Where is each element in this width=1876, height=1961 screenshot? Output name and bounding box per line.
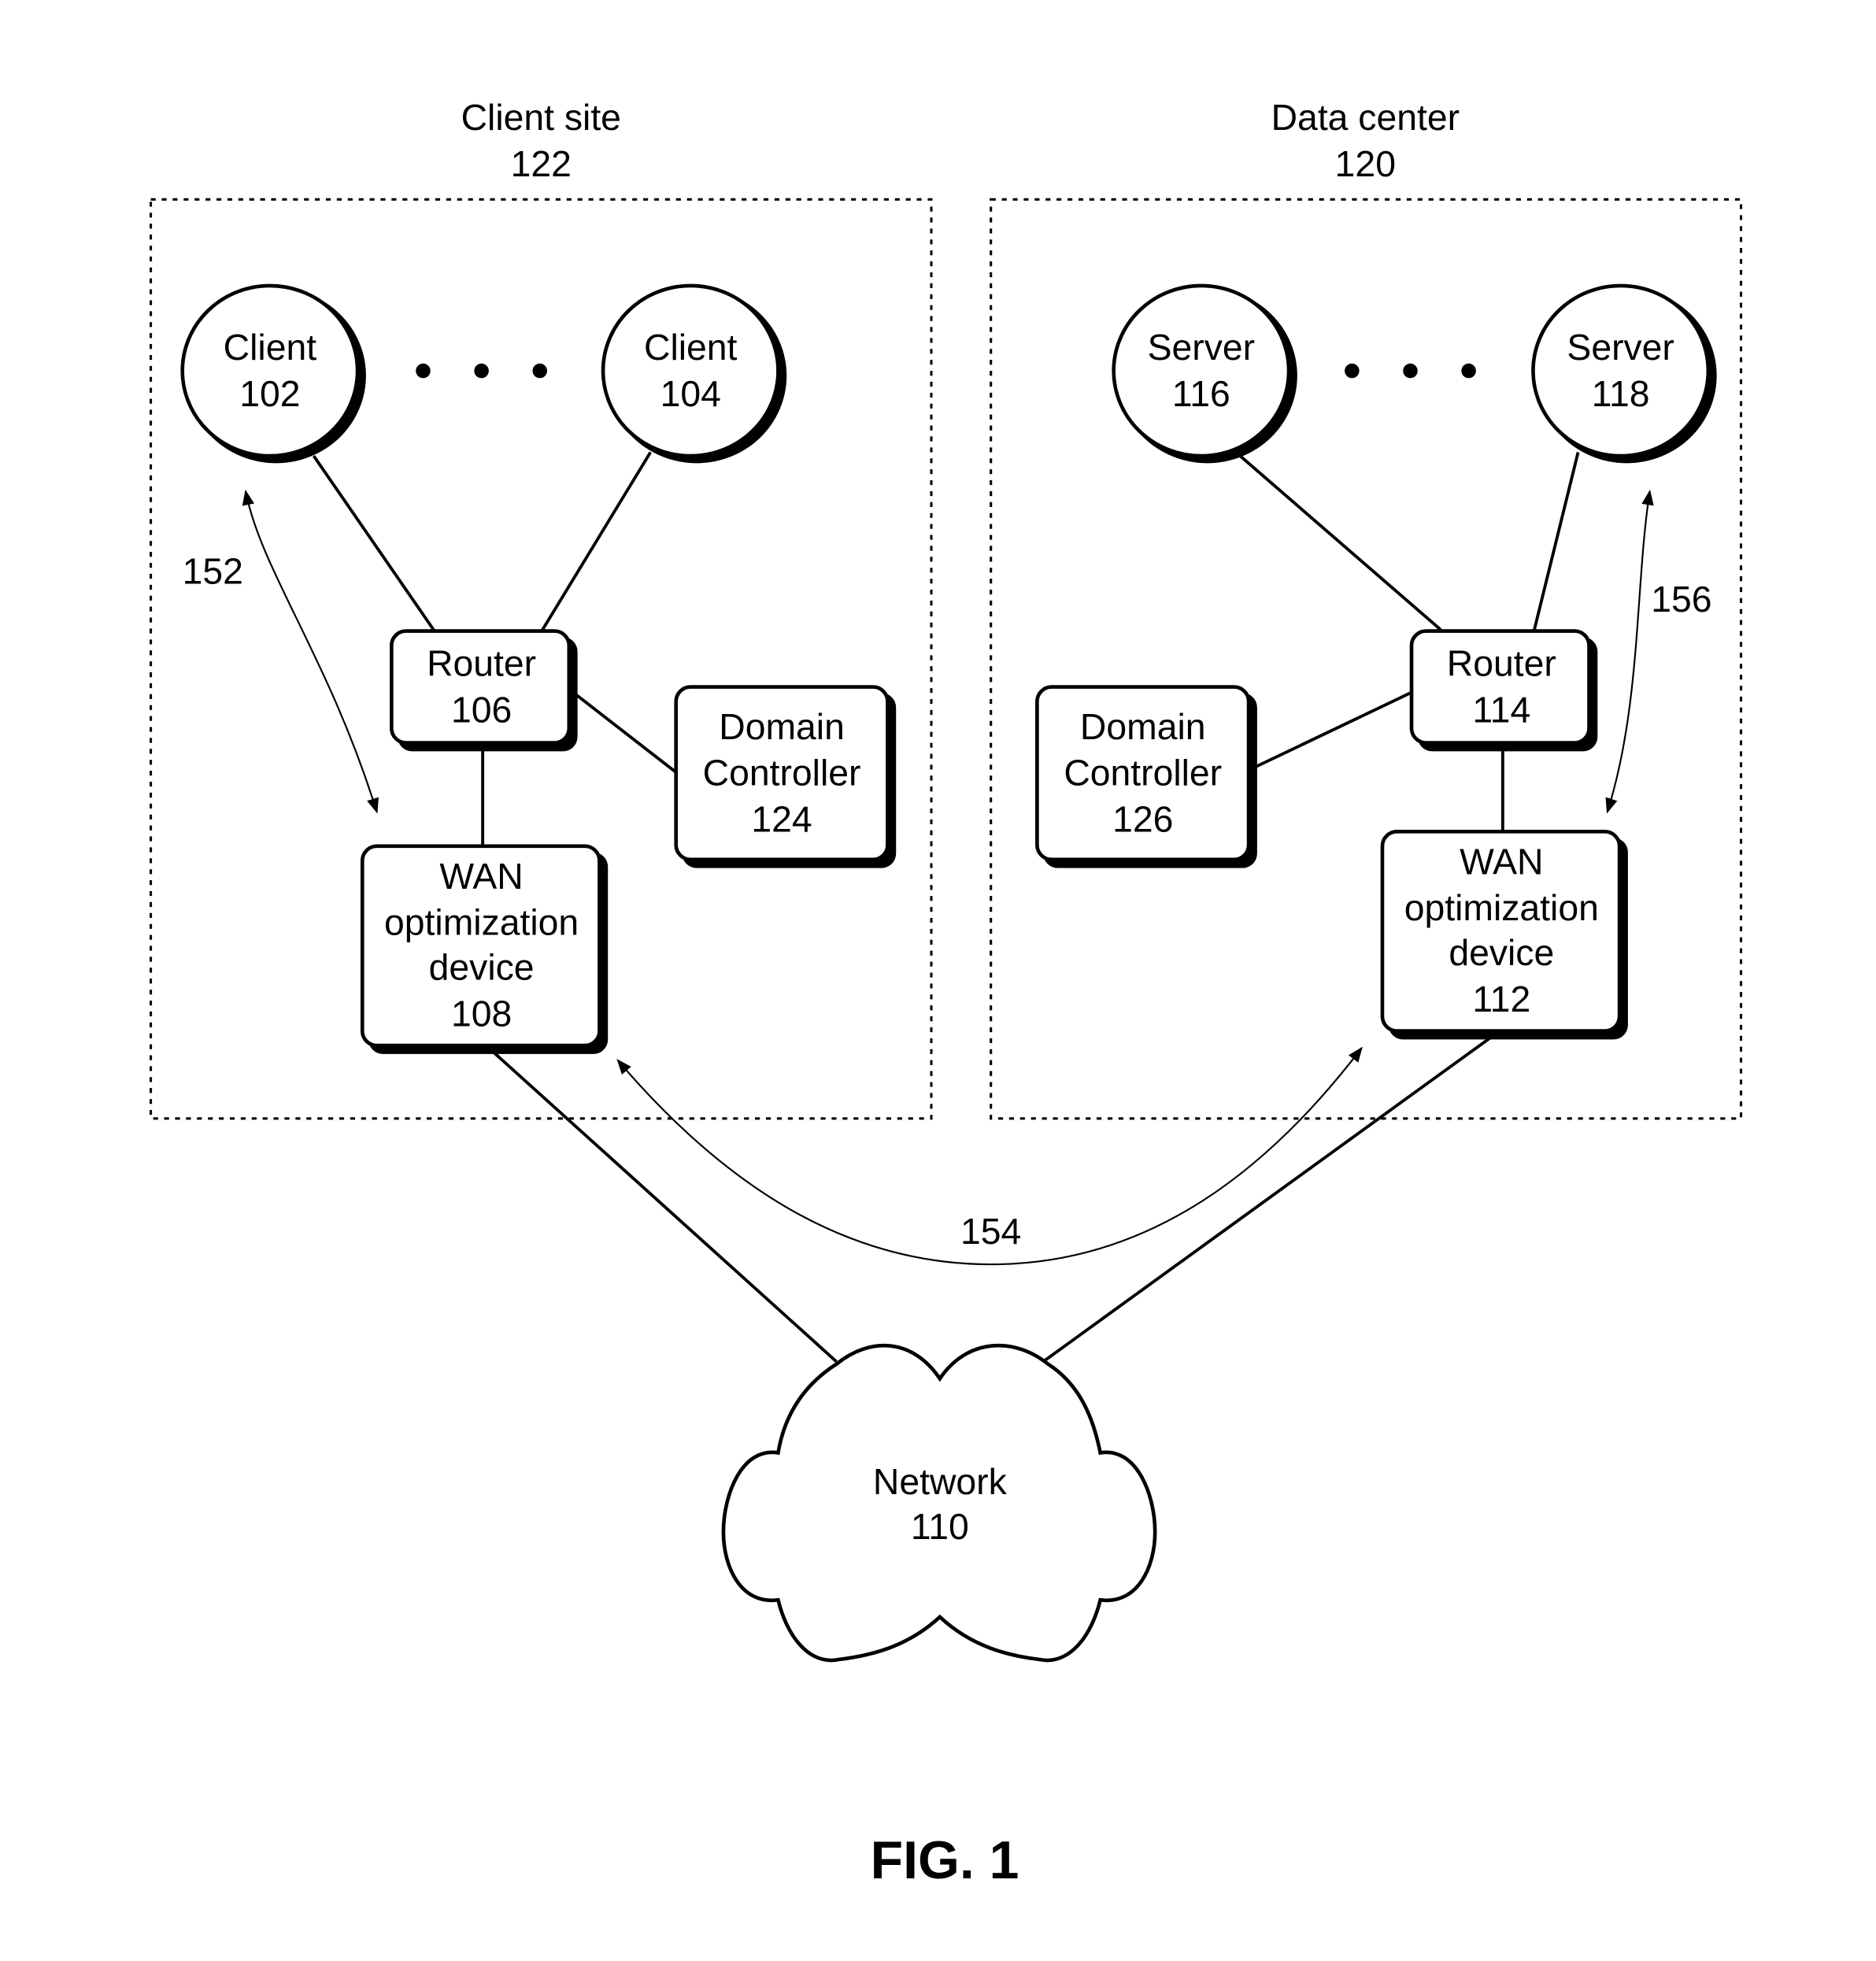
router-106-ref: 106 [451, 689, 512, 730]
edge-router114-dc126 [1249, 691, 1412, 771]
server-116-label: Server [1148, 327, 1255, 368]
client-102-label: Client [224, 327, 317, 368]
edge-router106-dc124 [572, 691, 679, 775]
dc-126-label-2: Controller [1064, 753, 1222, 794]
client-104-node[interactable]: Client 104 [601, 283, 787, 464]
wan-108-ref: 108 [451, 993, 512, 1034]
wan-108-label-2: optimization [384, 902, 579, 943]
client-104-ref: 104 [660, 373, 721, 414]
wan-112-label-2: optimization [1404, 887, 1599, 928]
client-ellipsis-icon [416, 363, 547, 379]
router-114-ref: 114 [1472, 689, 1530, 730]
server-116-node[interactable]: Server 116 [1112, 283, 1297, 464]
wan-108-label-1: WAN [439, 856, 523, 897]
domain-controller-126-node[interactable]: Domain Controller 126 [1035, 685, 1257, 868]
wan-optimization-device-112-node[interactable]: WAN optimization device 112 [1380, 830, 1628, 1040]
wan-112-ref: 112 [1472, 979, 1530, 1019]
edge-client104-router106 [539, 451, 652, 634]
connection-152-label: 152 [183, 550, 243, 591]
connection-154-label: 154 [960, 1211, 1021, 1252]
dc-124-label-2: Controller [703, 753, 861, 794]
edge-wan112-network110 [1042, 1034, 1494, 1363]
server-118-label: Server [1567, 327, 1674, 368]
edge-server118-router114 [1533, 452, 1580, 631]
network-diagram: Client site 122 Data center 120 Client 1… [150, 97, 1743, 1890]
wan-112-label-3: device [1449, 932, 1554, 973]
dc-126-ref: 126 [1112, 798, 1173, 839]
client-site-title: Client site [461, 97, 621, 138]
server-ellipsis-icon [1345, 363, 1476, 379]
dc-124-ref: 124 [751, 798, 812, 839]
dc-126-label-1: Domain [1080, 706, 1206, 747]
connection-156-arrow [1605, 489, 1654, 814]
domain-controller-124-node[interactable]: Domain Controller 124 [674, 685, 897, 868]
figure-caption: FIG. 1 [871, 1830, 1019, 1890]
server-118-node[interactable]: Server 118 [1531, 283, 1717, 464]
edge-wan108-network110 [487, 1046, 838, 1363]
router-106-label: Router [427, 643, 536, 684]
server-118-ref: 118 [1592, 373, 1650, 414]
edge-server116-router114 [1239, 454, 1442, 631]
wan-optimization-device-108-node[interactable]: WAN optimization device 108 [360, 844, 609, 1054]
client-102-ref: 102 [239, 373, 300, 414]
router-114-node[interactable]: Router 114 [1409, 629, 1598, 752]
server-116-ref: 116 [1172, 373, 1230, 414]
wan-108-label-3: device [429, 947, 535, 988]
router-106-node[interactable]: Router 106 [390, 629, 578, 752]
connection-152-arrow [242, 489, 379, 814]
client-site-ref: 122 [511, 143, 572, 184]
client-104-label: Client [644, 327, 738, 368]
client-102-node[interactable]: Client 102 [180, 283, 366, 464]
dc-124-label-1: Domain [719, 706, 845, 747]
router-114-label: Router [1447, 643, 1556, 684]
data-center-title: Data center [1271, 97, 1460, 138]
data-center-ref: 120 [1335, 143, 1396, 184]
cloud-icon [721, 1343, 1157, 1663]
wan-112-label-1: WAN [1460, 841, 1543, 882]
network-110-ref: 110 [911, 1506, 969, 1547]
network-110-label: Network [873, 1461, 1008, 1502]
connection-156-label: 156 [1651, 579, 1711, 620]
network-110-cloud[interactable]: Network 110 [721, 1343, 1157, 1663]
edge-client102-router106 [312, 455, 437, 634]
